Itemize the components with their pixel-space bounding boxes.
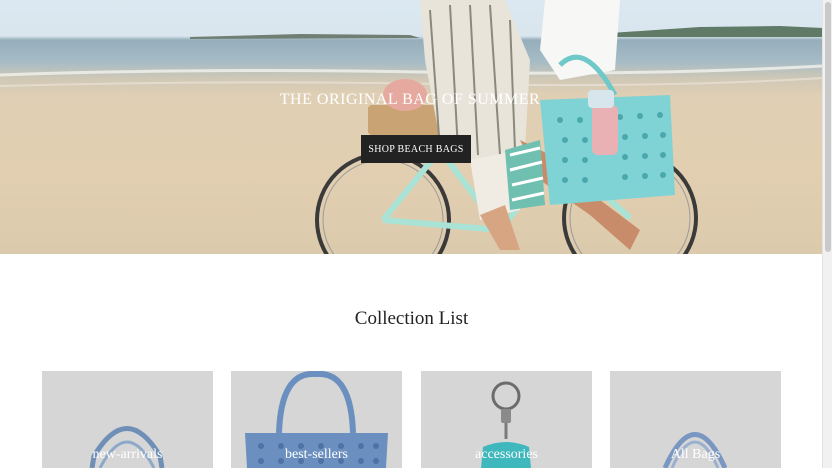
collection-card-new-arrivals[interactable]: new-arrivals — [42, 371, 213, 468]
hero-title: THE ORIGINAL BAG OF SUMMER — [279, 91, 541, 108]
shop-beach-bags-button[interactable]: SHOP BEACH BAGS — [361, 135, 471, 163]
scrollbar-thumb[interactable] — [825, 2, 831, 252]
collection-card-accessories[interactable]: accessories — [421, 371, 592, 468]
collection-list-heading: Collection List — [354, 308, 469, 329]
collection-card-label: accessories — [475, 447, 538, 462]
hero-image — [0, 0, 823, 254]
collection-card-label: best-sellers — [285, 447, 348, 462]
collection-card-all-bags[interactable]: All Bags — [610, 371, 781, 468]
page-scrollbar[interactable] — [822, 0, 832, 468]
collection-card-label: new-arrivals — [92, 447, 163, 462]
hero-banner: THE ORIGINAL BAG OF SUMMER SHOP BEACH BA… — [0, 0, 823, 254]
collection-card-best-sellers[interactable]: best-sellers — [231, 371, 402, 468]
collection-card-label: All Bags — [670, 447, 721, 462]
